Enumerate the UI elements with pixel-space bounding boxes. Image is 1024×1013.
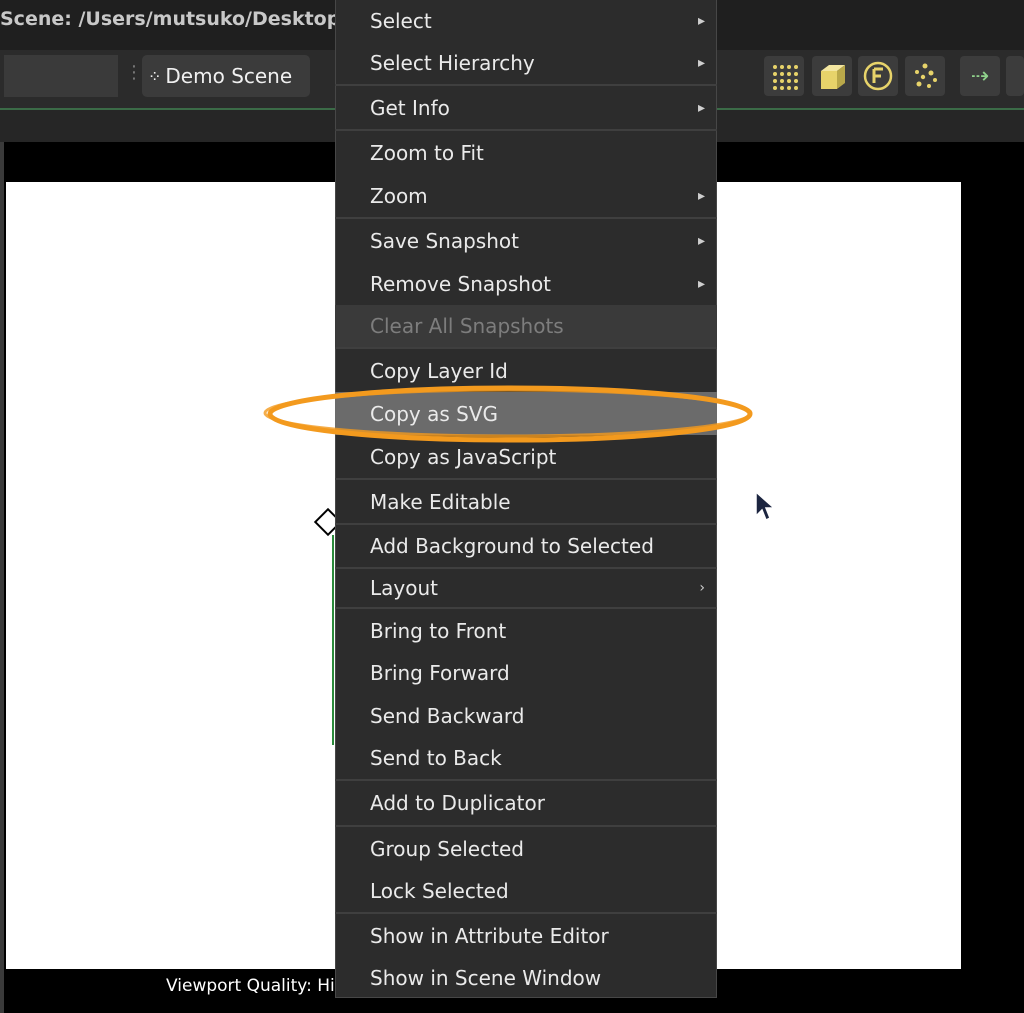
menu-item-show-in-scene-window[interactable]: Show in Scene Window	[335, 957, 717, 998]
menu-item-label: Send to Back	[370, 746, 502, 770]
menu-item-clear-all-snapshots: Clear All Snapshots	[335, 305, 717, 347]
selection-edge	[332, 535, 334, 745]
grid-dots-icon[interactable]	[764, 56, 804, 96]
menu-item-label: Add Background to Selected	[370, 534, 654, 558]
menu-item-label: Show in Scene Window	[370, 965, 602, 990]
menu-item-label: Bring Forward	[370, 661, 510, 685]
menu-item-label: Group Selected	[370, 836, 524, 861]
menu-item-remove-snapshot[interactable]: Remove Snapshot ▸	[335, 262, 717, 305]
menu-item-send-to-back[interactable]: Send to Back	[335, 737, 717, 779]
menu-item-label: Zoom to Fit	[370, 140, 484, 165]
cube-icon[interactable]	[812, 56, 852, 96]
mouse-cursor-icon	[755, 490, 776, 522]
menu-item-send-backward[interactable]: Send Backward	[335, 694, 717, 737]
menu-item-label: Bring to Front	[370, 618, 507, 643]
sparkle-icon: ⁘	[148, 66, 162, 86]
toolbar-edge-icon[interactable]	[1006, 56, 1024, 96]
menu-item-group-selected[interactable]: Group Selected	[335, 827, 717, 870]
menu-item-label: Save Snapshot	[370, 228, 519, 253]
menu-item-label: Layout	[370, 576, 438, 600]
submenu-arrow-icon: ▸	[697, 99, 705, 116]
left-border	[0, 142, 4, 1013]
menu-item-add-background[interactable]: Add Background to Selected	[335, 525, 717, 567]
menu-item-select-hierarchy[interactable]: Select Hierarchy ▸	[335, 42, 717, 84]
menu-item-label: Show in Attribute Editor	[370, 923, 609, 948]
menu-item-show-in-attribute-editor[interactable]: Show in Attribute Editor	[335, 914, 717, 957]
menu-item-label: Get Info	[370, 95, 450, 120]
menu-item-label: Select	[370, 9, 432, 33]
menu-item-label: Send Backward	[370, 703, 525, 728]
arrow-right-icon[interactable]: ⇢	[960, 56, 1000, 96]
menu-item-lock-selected[interactable]: Lock Selected	[335, 870, 717, 912]
menu-item-copy-as-svg[interactable]: Copy as SVG	[335, 392, 717, 435]
menu-item-get-info[interactable]: Get Info ▸	[335, 86, 717, 129]
menu-item-label: Remove Snapshot	[370, 271, 552, 296]
menu-item-make-editable[interactable]: Make Editable	[335, 480, 717, 523]
menu-item-add-to-duplicator[interactable]: Add to Duplicator	[335, 781, 717, 825]
menu-item-layout[interactable]: Layout ›	[335, 569, 717, 607]
menu-item-label: Copy Layer Id	[370, 358, 508, 383]
window-title: Scene: /Users/mutsuko/Desktop/	[0, 8, 348, 30]
menu-item-label: Add to Duplicator	[370, 791, 545, 815]
submenu-arrow-icon: ▸	[697, 187, 705, 204]
submenu-arrow-icon: ▸	[697, 13, 705, 29]
toolbar-field[interactable]	[4, 55, 118, 97]
menu-item-select[interactable]: Select ▸	[335, 0, 717, 42]
submenu-arrow-icon: ›	[699, 580, 705, 596]
menu-item-label: Copy as JavaScript	[370, 444, 557, 469]
menu-item-label: Clear All Snapshots	[370, 314, 564, 338]
demo-scene-button[interactable]: ⁘ Demo Scene	[142, 55, 310, 97]
menu-item-label: Lock Selected	[370, 879, 509, 903]
submenu-arrow-icon: ▸	[697, 275, 705, 292]
f-badge-icon[interactable]	[858, 56, 898, 96]
scatter-icon[interactable]	[905, 56, 945, 96]
menu-item-copy-layer-id[interactable]: Copy Layer Id	[335, 349, 717, 392]
menu-item-label: Make Editable	[370, 489, 511, 514]
demo-scene-label: Demo Scene	[165, 64, 293, 88]
menu-item-zoom-to-fit[interactable]: Zoom to Fit	[335, 131, 717, 174]
menu-item-copy-as-javascript[interactable]: Copy as JavaScript	[335, 435, 717, 478]
viewport-quality-label: Viewport Quality: Hi	[166, 976, 335, 996]
menu-item-bring-to-front[interactable]: Bring to Front	[335, 609, 717, 652]
drag-handle-icon[interactable]: ⋮	[125, 62, 143, 83]
submenu-arrow-icon: ▸	[697, 55, 705, 71]
menu-item-save-snapshot[interactable]: Save Snapshot ▸	[335, 219, 717, 262]
submenu-arrow-icon: ▸	[697, 232, 705, 249]
menu-item-label: Copy as SVG	[370, 401, 498, 426]
menu-item-bring-forward[interactable]: Bring Forward	[335, 652, 717, 694]
menu-item-zoom[interactable]: Zoom ▸	[335, 174, 717, 217]
menu-item-label: Zoom	[370, 183, 428, 208]
menu-item-label: Select Hierarchy	[370, 51, 535, 75]
